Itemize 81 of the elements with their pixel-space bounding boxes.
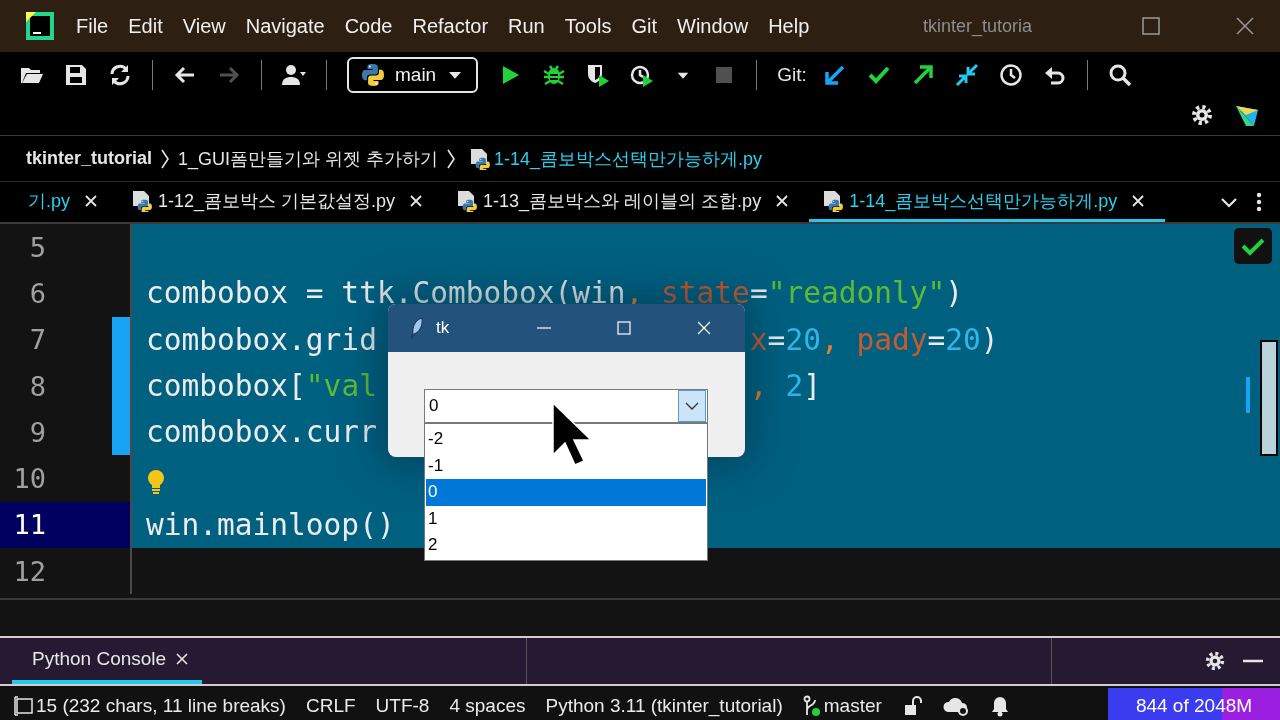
more-icon[interactable] <box>1256 192 1262 212</box>
dropdown-option[interactable]: 2 <box>426 532 706 559</box>
chevron-right-icon <box>446 147 457 170</box>
line-number: 6 <box>28 277 46 309</box>
dropdown-option[interactable]: -2 <box>426 426 706 453</box>
settings-icon[interactable] <box>1190 102 1214 127</box>
line-number: 11 <box>12 509 46 541</box>
arrow-down-left-icon[interactable] <box>822 63 847 87</box>
shield-play-icon[interactable] <box>586 63 611 87</box>
menu-item[interactable]: File <box>68 14 117 38</box>
menu-item[interactable]: Refactor <box>404 14 497 38</box>
app-logo-icon <box>26 12 54 40</box>
interpreter[interactable]: Python 3.11 (tkinter_tutorial) <box>545 695 783 717</box>
refresh-icon[interactable] <box>108 63 132 87</box>
git-branch[interactable]: master <box>802 695 882 717</box>
window-title: tk <box>436 318 450 338</box>
feather-icon <box>410 317 424 339</box>
dropdown-option[interactable]: 0 <box>426 479 706 506</box>
line-number: 7 <box>28 324 46 356</box>
menu-item[interactable]: Edit <box>120 14 171 38</box>
combobox[interactable]: 0 <box>424 389 708 423</box>
code-text: combobox.grid <box>146 322 377 357</box>
close-icon[interactable] <box>1236 17 1254 35</box>
window-title: tkinter_tutoria <box>922 15 1032 37</box>
line-number: 8 <box>28 370 46 402</box>
code-text: win.mainloop() <box>146 507 395 542</box>
merge-arrows-icon[interactable] <box>954 63 979 87</box>
menu-item[interactable]: Tools <box>556 14 620 38</box>
dropdown-option[interactable]: -1 <box>426 452 706 479</box>
person-icon[interactable] <box>282 63 306 87</box>
close-icon[interactable] <box>409 193 424 208</box>
menu-item[interactable]: Run <box>500 14 553 38</box>
file-encoding[interactable]: UTF-8 <box>375 695 430 717</box>
bell-icon[interactable] <box>989 695 1010 717</box>
editor-tab[interactable]: 1-13_콤보박스와 레이블의 조합.py <box>443 182 810 222</box>
breadcrumb-item[interactable]: tkinter_tutorial <box>26 148 153 169</box>
maximize-icon[interactable] <box>1142 17 1160 35</box>
scrollbar-thumb[interactable] <box>1260 340 1278 456</box>
clock-icon[interactable] <box>998 63 1023 87</box>
line-number: 12 <box>12 555 46 587</box>
editor-tab[interactable]: 1-12_콤보박스 기본값설정.py <box>118 182 444 222</box>
stopwatch-play-icon[interactable] <box>630 63 655 87</box>
caret-marker <box>1246 377 1250 413</box>
line-number: 9 <box>28 416 46 448</box>
line-number: 5 <box>28 231 46 263</box>
cloud-gear-icon[interactable] <box>941 695 970 717</box>
change-marker[interactable] <box>112 316 130 363</box>
line-number: 10 <box>12 463 46 495</box>
menu-item[interactable]: View <box>174 14 234 38</box>
branch-icon <box>802 695 821 717</box>
editor-tab[interactable]: 기.py <box>0 182 118 222</box>
python-icon <box>361 63 385 87</box>
code-text: , 2] <box>749 369 821 404</box>
dropdown-option[interactable]: 1 <box>426 505 706 532</box>
menu-item[interactable]: Window <box>669 14 757 38</box>
bug-icon[interactable] <box>542 63 567 87</box>
git-label: Git: <box>777 64 807 86</box>
selection-icon <box>14 696 34 716</box>
code-text: x=20, pady=20) <box>749 322 999 357</box>
indent-setting[interactable]: 4 spaces <box>449 695 526 717</box>
line-separator[interactable]: CRLF <box>305 695 356 717</box>
menu-item[interactable]: Code <box>336 14 401 38</box>
caret-position[interactable]: 15 (232 chars, 11 line breaks) <box>36 695 286 717</box>
menu-item[interactable]: Help <box>760 14 818 38</box>
run-config-dropdown[interactable]: main <box>347 57 479 93</box>
chevron-right-icon <box>160 147 171 170</box>
code-text: combobox["val <box>146 369 377 404</box>
python-file-icon <box>468 147 491 170</box>
breadcrumb-item[interactable]: 1_GUI폼만들기와 위젯 추가하기 <box>178 146 439 171</box>
lightbulb-icon[interactable] <box>146 469 166 496</box>
inspection-ok-icon[interactable] <box>1234 228 1272 264</box>
menu-item[interactable]: Git <box>623 14 665 38</box>
menu-item[interactable]: Navigate <box>237 14 333 38</box>
code-text: combobox.curr <box>146 415 377 450</box>
floppy-icon[interactable] <box>64 63 88 87</box>
settings-icon[interactable] <box>1204 650 1226 672</box>
search-icon[interactable] <box>1107 63 1132 87</box>
change-marker[interactable] <box>112 409 130 456</box>
memory-indicator[interactable]: 844 of 2048M <box>1108 688 1280 720</box>
memory-reading: 844 of 2048M <box>1135 695 1253 717</box>
breadcrumb-item[interactable]: 1-14_콤보박스선택만가능하게.py <box>494 146 763 171</box>
